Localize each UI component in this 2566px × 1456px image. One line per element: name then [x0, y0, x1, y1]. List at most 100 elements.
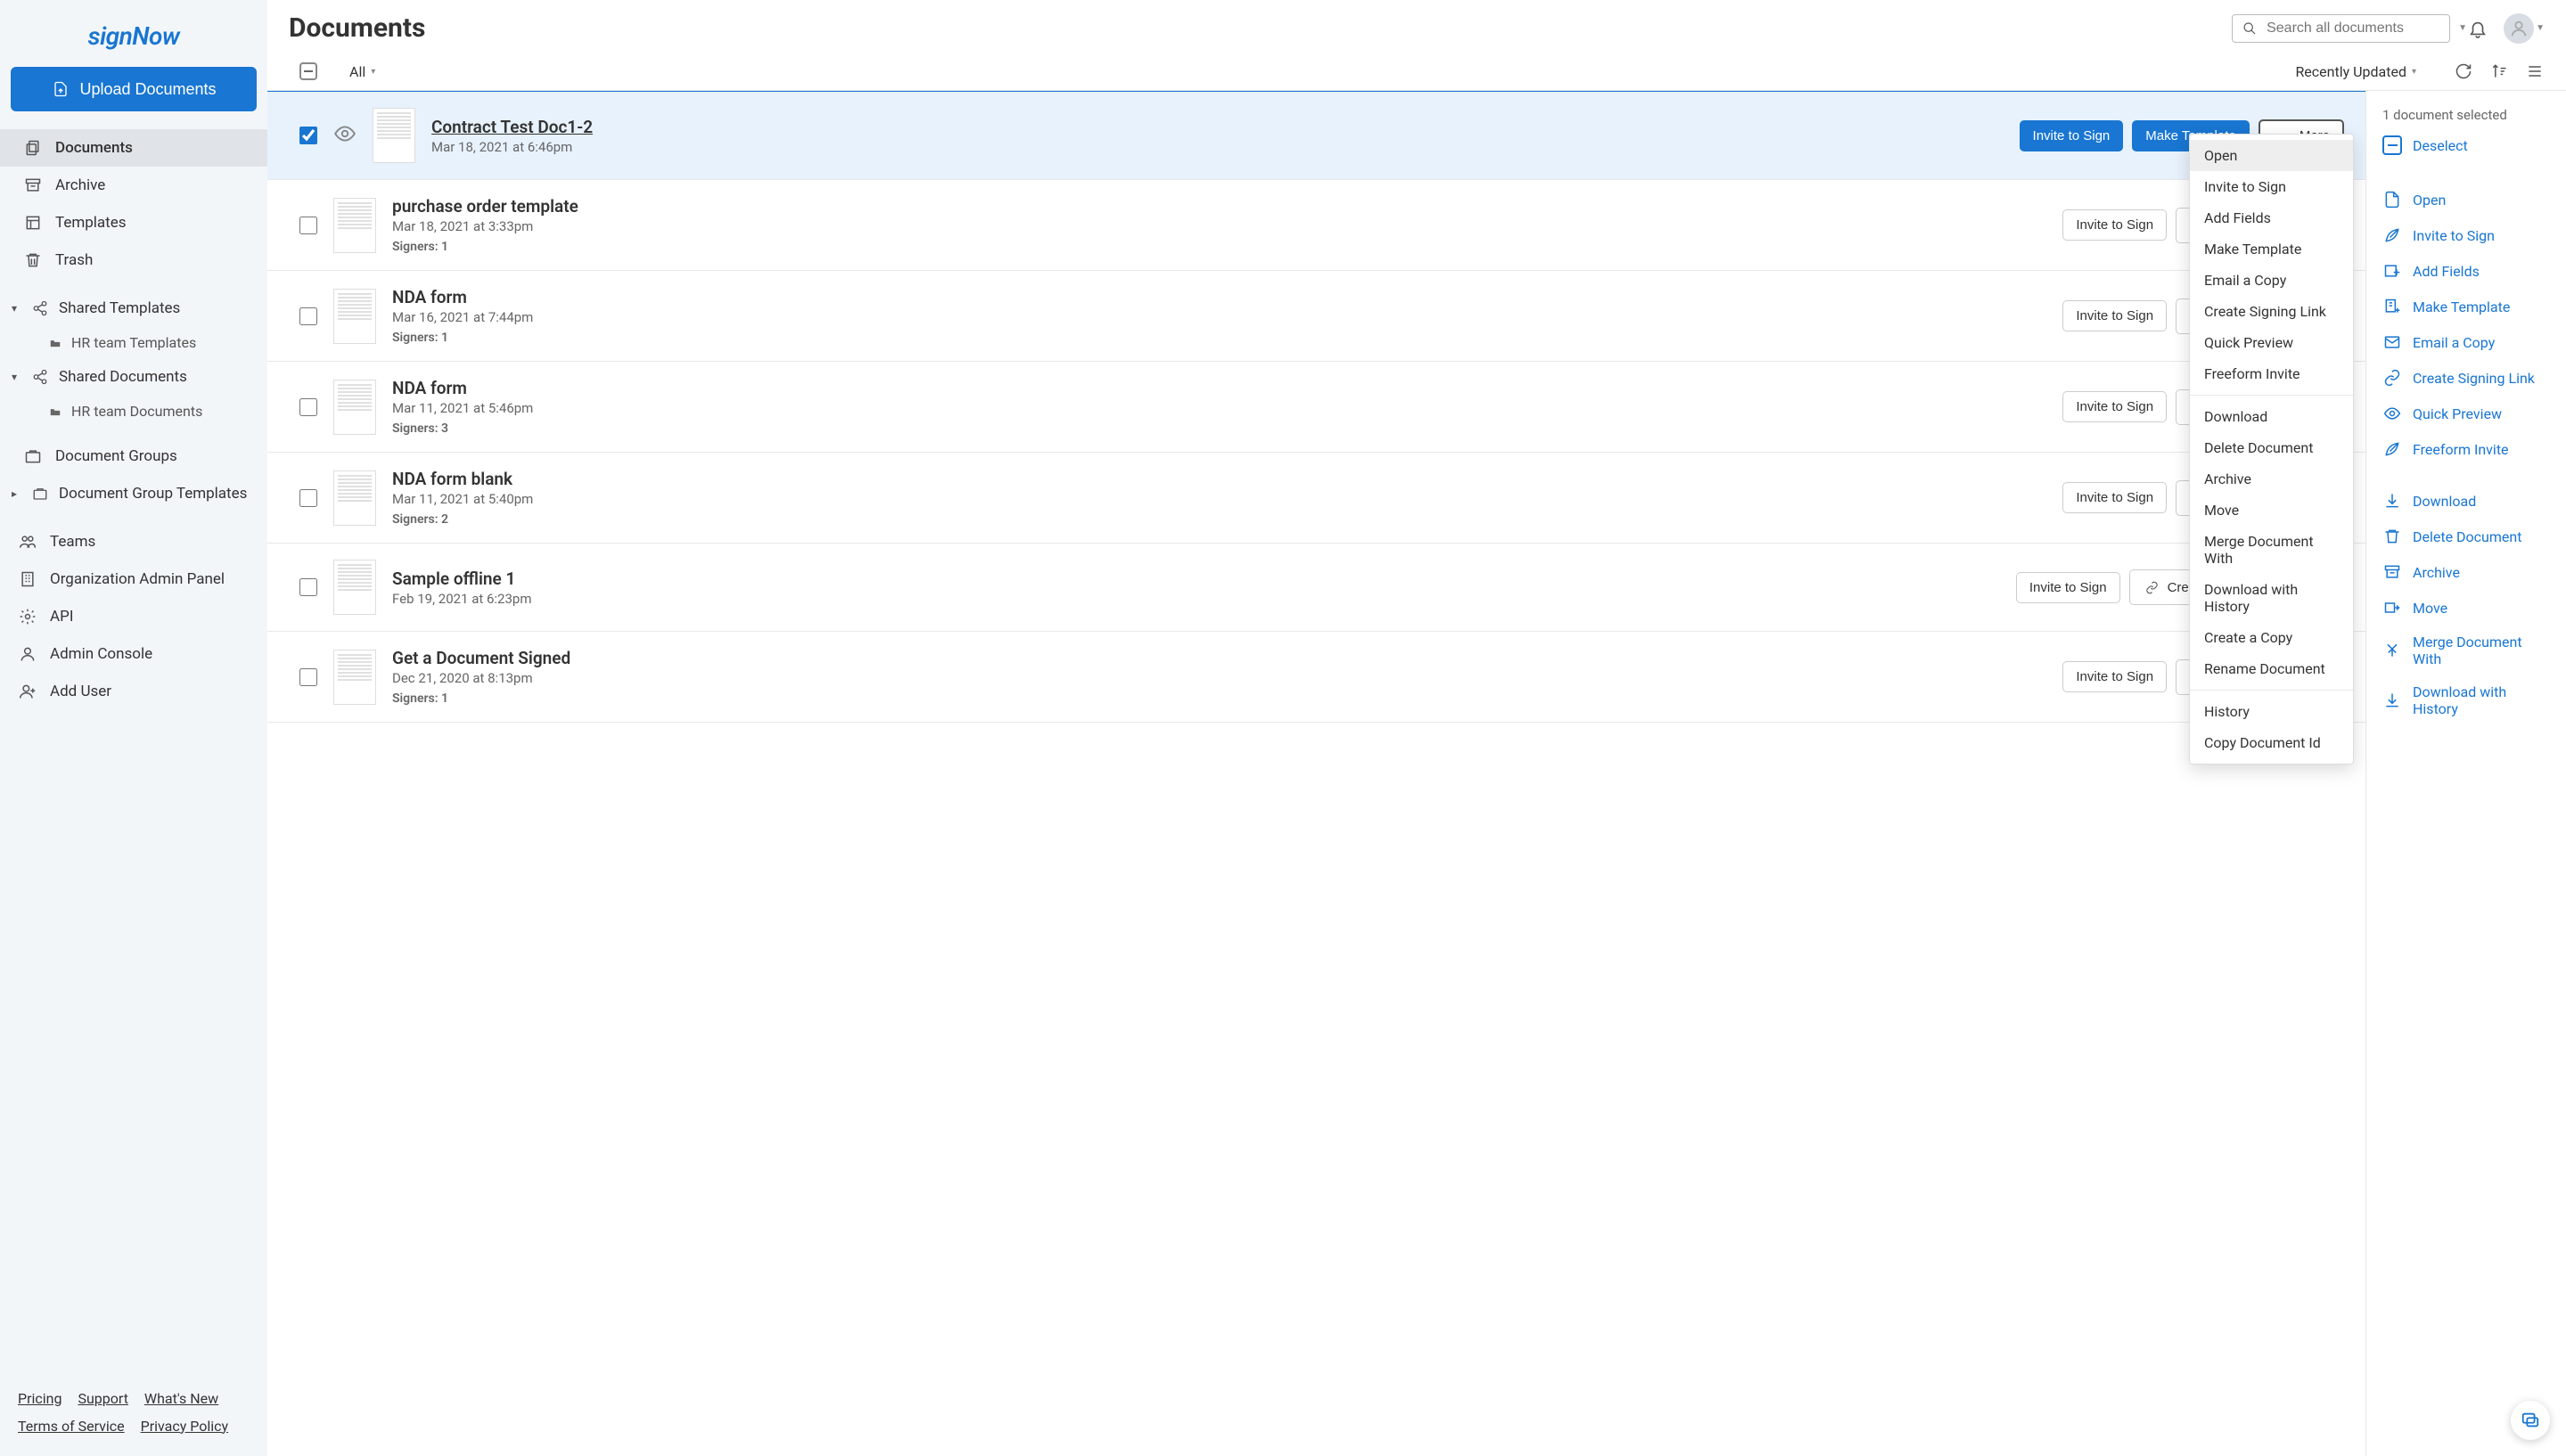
link-whats-new[interactable]: What's New: [144, 1390, 218, 1407]
menu-download[interactable]: Download: [2190, 401, 2353, 432]
panel-action-delete[interactable]: Delete Document: [2382, 519, 2550, 554]
search-box[interactable]: ▼: [2232, 14, 2450, 43]
invite-to-sign-button[interactable]: Invite to Sign: [2016, 572, 2120, 603]
menu-copy-id[interactable]: Copy Document Id: [2190, 727, 2353, 758]
row-checkbox[interactable]: [299, 398, 317, 416]
menu-add-fields[interactable]: Add Fields: [2190, 202, 2353, 233]
document-row[interactable]: purchase order template Mar 18, 2021 at …: [267, 180, 2365, 271]
menu-quick-preview[interactable]: Quick Preview: [2190, 327, 2353, 358]
chat-fab[interactable]: [2511, 1401, 2550, 1440]
sidebar-group-doc-group-templates[interactable]: ▸ Document Group Templates: [0, 475, 267, 512]
row-checkbox[interactable]: [299, 127, 317, 144]
panel-action-add-fields[interactable]: Add Fields: [2382, 253, 2550, 289]
sidebar-item-admin-console[interactable]: Admin Console: [0, 635, 267, 673]
invite-to-sign-button[interactable]: Invite to Sign: [2062, 391, 2167, 422]
panel-action-quick-preview[interactable]: Quick Preview: [2382, 396, 2550, 431]
document-row[interactable]: NDA form Mar 16, 2021 at 7:44pm Signers:…: [267, 271, 2365, 362]
panel-action-email-copy[interactable]: Email a Copy: [2382, 324, 2550, 360]
sidebar-item-archive[interactable]: Archive: [0, 167, 267, 204]
sidebar-item-document-groups[interactable]: Document Groups: [0, 438, 267, 475]
filter-all[interactable]: All ▾: [349, 63, 375, 80]
document-row[interactable]: Contract Test Doc1-2 Mar 18, 2021 at 6:4…: [267, 91, 2365, 180]
document-name[interactable]: NDA form blank: [392, 469, 2046, 489]
sidebar-group-shared-documents[interactable]: ▾ Shared Documents: [0, 358, 267, 396]
document-row[interactable]: NDA form blank Mar 11, 2021 at 5:40pm Si…: [267, 453, 2365, 544]
panel-action-merge[interactable]: Merge Document With: [2382, 626, 2550, 675]
search-input[interactable]: [2267, 20, 2451, 37]
document-name[interactable]: NDA form: [392, 287, 2046, 307]
menu-download-history[interactable]: Download with History: [2190, 574, 2353, 622]
invite-to-sign-button[interactable]: Invite to Sign: [2020, 120, 2124, 151]
deselect-button[interactable]: Deselect: [2382, 135, 2550, 155]
document-row[interactable]: NDA form Mar 11, 2021 at 5:46pm Signers:…: [267, 362, 2365, 453]
panel-action-download-history[interactable]: Download with History: [2382, 675, 2550, 725]
notifications-icon[interactable]: [2468, 19, 2488, 38]
invite-to-sign-button[interactable]: Invite to Sign: [2062, 300, 2167, 331]
panel-action-open[interactable]: Open: [2382, 182, 2550, 217]
menu-invite[interactable]: Invite to Sign: [2190, 171, 2353, 202]
document-name[interactable]: NDA form: [392, 378, 2046, 398]
document-date: Dec 21, 2020 at 8:13pm: [392, 670, 2046, 686]
link-tos[interactable]: Terms of Service: [18, 1418, 125, 1435]
sidebar-item-add-user[interactable]: Add User: [0, 673, 267, 710]
sort-dropdown[interactable]: Recently Updated ▾: [2295, 63, 2416, 80]
document-row[interactable]: Get a Document Signed Dec 21, 2020 at 8:…: [267, 632, 2365, 723]
menu-archive[interactable]: Archive: [2190, 463, 2353, 495]
row-checkbox[interactable]: [299, 489, 317, 507]
panel-action-invite[interactable]: Invite to Sign: [2382, 217, 2550, 253]
document-name[interactable]: Get a Document Signed: [392, 648, 2046, 668]
document-thumbnail: [333, 470, 376, 526]
menu-copy[interactable]: Create a Copy: [2190, 622, 2353, 653]
panel-action-signing-link[interactable]: Create Signing Link: [2382, 360, 2550, 396]
invite-to-sign-button[interactable]: Invite to Sign: [2062, 482, 2167, 513]
document-name[interactable]: purchase order template: [392, 196, 2046, 217]
upload-documents-button[interactable]: Upload Documents: [11, 67, 257, 111]
sidebar-item-hr-documents[interactable]: HR team Documents: [0, 396, 267, 427]
menu-history[interactable]: History: [2190, 696, 2353, 727]
menu-delete[interactable]: Delete Document: [2190, 432, 2353, 463]
sidebar-item-templates[interactable]: Templates: [0, 204, 267, 241]
file-icon: [2382, 190, 2402, 209]
link-pricing[interactable]: Pricing: [18, 1390, 62, 1407]
sidebar-item-documents[interactable]: Documents: [0, 129, 267, 167]
user-menu[interactable]: ▼: [2504, 13, 2545, 44]
document-row[interactable]: Sample offline 1 Feb 19, 2021 at 6:23pm …: [267, 544, 2365, 632]
menu-rename[interactable]: Rename Document: [2190, 653, 2353, 684]
invite-to-sign-button[interactable]: Invite to Sign: [2062, 209, 2167, 241]
document-name[interactable]: Contract Test Doc1-2: [431, 117, 2004, 137]
row-checkbox[interactable]: [299, 307, 317, 325]
sidebar-item-api[interactable]: API: [0, 598, 267, 635]
document-date: Mar 16, 2021 at 7:44pm: [392, 309, 2046, 325]
menu-merge[interactable]: Merge Document With: [2190, 526, 2353, 574]
archive-icon: [2382, 562, 2402, 582]
panel-action-archive[interactable]: Archive: [2382, 554, 2550, 590]
sidebar-group-shared-templates[interactable]: ▾ Shared Templates: [0, 290, 267, 327]
row-checkbox[interactable]: [299, 578, 317, 596]
menu-email-copy[interactable]: Email a Copy: [2190, 265, 2353, 296]
row-checkbox[interactable]: [299, 668, 317, 686]
invite-to-sign-button[interactable]: Invite to Sign: [2062, 661, 2167, 692]
menu-move[interactable]: Move: [2190, 495, 2353, 526]
panel-action-make-template[interactable]: Make Template: [2382, 289, 2550, 324]
menu-make-template[interactable]: Make Template: [2190, 233, 2353, 265]
panel-action-move[interactable]: Move: [2382, 590, 2550, 626]
panel-action-freeform[interactable]: Freeform Invite: [2382, 431, 2550, 467]
menu-open[interactable]: Open: [2190, 140, 2353, 171]
view-list-icon[interactable]: [2525, 61, 2545, 81]
chevron-down-icon[interactable]: ▼: [2458, 23, 2467, 33]
select-all-checkbox[interactable]: [299, 62, 317, 80]
menu-freeform[interactable]: Freeform Invite: [2190, 358, 2353, 389]
sidebar-item-hr-templates[interactable]: HR team Templates: [0, 327, 267, 358]
menu-signing-link[interactable]: Create Signing Link: [2190, 296, 2353, 327]
sidebar-item-org-admin[interactable]: Organization Admin Panel: [0, 560, 267, 598]
gear-icon: [18, 607, 37, 626]
sidebar-item-teams[interactable]: Teams: [0, 523, 267, 560]
row-checkbox[interactable]: [299, 217, 317, 234]
refresh-icon[interactable]: [2454, 61, 2473, 81]
sidebar-item-trash[interactable]: Trash: [0, 241, 267, 279]
link-support[interactable]: Support: [78, 1390, 127, 1407]
sort-icon[interactable]: [2489, 61, 2509, 81]
panel-action-download[interactable]: Download: [2382, 483, 2550, 519]
link-privacy[interactable]: Privacy Policy: [141, 1418, 229, 1435]
document-name[interactable]: Sample offline 1: [392, 568, 2000, 589]
